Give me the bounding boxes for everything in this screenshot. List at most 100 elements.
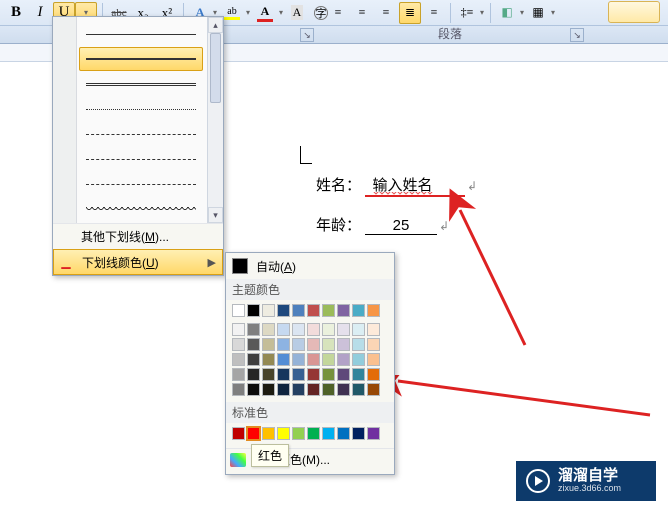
document-page[interactable]: 姓名： 输入姓名 ↲ 年龄： 25 ↲	[240, 62, 668, 142]
color-swatch[interactable]	[322, 368, 335, 381]
color-swatch[interactable]	[247, 368, 260, 381]
color-swatch[interactable]	[262, 353, 275, 366]
color-swatch[interactable]	[322, 353, 335, 366]
color-swatch[interactable]	[352, 368, 365, 381]
color-swatch[interactable]	[367, 338, 380, 351]
shading-button[interactable]: ◧	[496, 2, 518, 24]
color-swatch[interactable]	[352, 304, 365, 317]
color-swatch[interactable]	[322, 323, 335, 336]
color-swatch[interactable]	[367, 383, 380, 396]
char-shading-button[interactable]: A	[286, 2, 308, 24]
font-color-arrow[interactable]: ▾	[277, 2, 285, 24]
color-swatch[interactable]	[262, 383, 275, 396]
underline-style-single[interactable]	[79, 22, 203, 46]
color-swatch[interactable]	[307, 353, 320, 366]
automatic-color-item[interactable]: 自动(A)	[226, 253, 394, 279]
color-swatch[interactable]	[337, 368, 350, 381]
color-swatch[interactable]	[232, 383, 245, 396]
color-swatch[interactable]	[367, 353, 380, 366]
color-swatch[interactable]	[232, 427, 245, 440]
color-swatch[interactable]	[367, 304, 380, 317]
color-swatch[interactable]	[352, 383, 365, 396]
align-right-button[interactable]: ≡	[375, 2, 397, 24]
color-swatch[interactable]	[337, 323, 350, 336]
color-swatch[interactable]	[352, 427, 365, 440]
color-swatch[interactable]	[292, 368, 305, 381]
scroll-down-arrow[interactable]: ▾	[208, 207, 223, 223]
color-swatch[interactable]	[307, 383, 320, 396]
underline-style-thick[interactable]	[79, 47, 203, 71]
highlight-arrow[interactable]: ▾	[244, 2, 252, 24]
align-justify-button[interactable]: ≣	[399, 2, 421, 24]
underline-style-dashed[interactable]	[79, 122, 203, 146]
color-swatch[interactable]	[292, 427, 305, 440]
color-swatch[interactable]	[262, 427, 275, 440]
color-swatch[interactable]	[322, 338, 335, 351]
color-swatch[interactable]	[247, 353, 260, 366]
color-swatch[interactable]	[262, 368, 275, 381]
color-swatch[interactable]	[232, 353, 245, 366]
color-swatch[interactable]	[277, 383, 290, 396]
menu-scrollbar[interactable]: ▴ ▾	[207, 17, 223, 223]
color-swatch[interactable]	[337, 353, 350, 366]
scroll-thumb[interactable]	[210, 33, 221, 103]
borders-button[interactable]: ▦	[527, 2, 549, 24]
underline-style-double[interactable]	[79, 72, 203, 96]
paragraph-dialog-launcher[interactable]: ↘	[570, 28, 584, 42]
color-swatch[interactable]	[232, 368, 245, 381]
underline-style-long-dash[interactable]	[79, 172, 203, 196]
line-spacing-button[interactable]: ‡≡	[456, 2, 478, 24]
name-field[interactable]: 输入姓名	[365, 174, 465, 197]
color-swatch[interactable]	[277, 338, 290, 351]
italic-button[interactable]: I	[29, 2, 51, 24]
color-swatch[interactable]	[337, 338, 350, 351]
color-swatch[interactable]	[262, 323, 275, 336]
color-swatch[interactable]	[232, 323, 245, 336]
color-swatch[interactable]	[262, 338, 275, 351]
color-swatch[interactable]	[277, 368, 290, 381]
color-swatch[interactable]	[307, 368, 320, 381]
color-swatch[interactable]	[277, 353, 290, 366]
shading-arrow[interactable]: ▾	[518, 2, 526, 24]
color-swatch[interactable]	[352, 353, 365, 366]
color-swatch[interactable]	[292, 338, 305, 351]
more-underlines-item[interactable]: 其他下划线(M)...	[53, 223, 223, 249]
align-left-button[interactable]: ≡	[327, 2, 349, 24]
font-color-button[interactable]: A	[253, 2, 277, 24]
color-swatch[interactable]	[277, 323, 290, 336]
scroll-up-arrow[interactable]: ▴	[208, 17, 223, 33]
color-swatch[interactable]	[307, 323, 320, 336]
align-center-button[interactable]: ≡	[351, 2, 373, 24]
color-swatch[interactable]	[307, 304, 320, 317]
color-swatch[interactable]	[367, 368, 380, 381]
quick-styles-button[interactable]	[608, 1, 660, 23]
color-swatch[interactable]	[247, 323, 260, 336]
color-swatch[interactable]	[322, 304, 335, 317]
underline-color-item[interactable]: ▁ 下划线颜色(U) ▶	[53, 249, 223, 275]
color-swatch[interactable]	[247, 383, 260, 396]
color-swatch[interactable]	[277, 427, 290, 440]
color-swatch[interactable]	[247, 338, 260, 351]
distribute-button[interactable]: ≡	[423, 2, 445, 24]
line-spacing-arrow[interactable]: ▾	[478, 2, 486, 24]
color-swatch[interactable]	[262, 304, 275, 317]
color-swatch[interactable]	[352, 323, 365, 336]
color-swatch[interactable]	[307, 427, 320, 440]
color-swatch[interactable]	[247, 427, 260, 440]
color-swatch[interactable]	[277, 304, 290, 317]
underline-style-dotted[interactable]	[79, 97, 203, 121]
color-swatch[interactable]	[367, 323, 380, 336]
color-swatch[interactable]	[337, 304, 350, 317]
borders-arrow[interactable]: ▾	[549, 2, 557, 24]
age-field[interactable]: 25	[365, 217, 437, 235]
underline-style-dash-dot[interactable]	[79, 147, 203, 171]
color-swatch[interactable]	[367, 427, 380, 440]
color-swatch[interactable]	[292, 383, 305, 396]
color-swatch[interactable]	[307, 338, 320, 351]
color-swatch[interactable]	[232, 338, 245, 351]
color-swatch[interactable]	[322, 383, 335, 396]
color-swatch[interactable]	[247, 304, 260, 317]
color-swatch[interactable]	[322, 427, 335, 440]
color-swatch[interactable]	[292, 304, 305, 317]
bold-button[interactable]: B	[5, 2, 27, 24]
